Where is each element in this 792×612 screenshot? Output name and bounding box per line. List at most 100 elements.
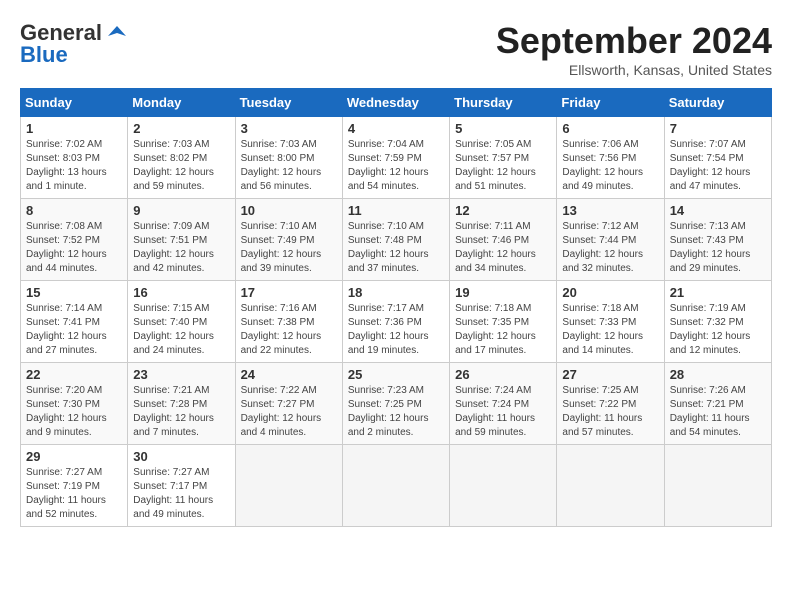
day-number: 13 <box>562 203 658 218</box>
calendar-cell: 3 Sunrise: 7:03 AMSunset: 8:00 PMDaylight… <box>235 117 342 199</box>
calendar-cell: 21Sunrise: 7:19 AMSunset: 7:32 PMDayligh… <box>664 281 771 363</box>
week-row-2: 8 Sunrise: 7:08 AMSunset: 7:52 PMDaylight… <box>21 199 772 281</box>
day-number: 18 <box>348 285 444 300</box>
day-info: Sunrise: 7:14 AMSunset: 7:41 PMDaylight:… <box>26 302 122 358</box>
calendar-cell: 29 Sunrise: 7:27 AMSunset: 7:19 PMDayligh… <box>21 445 128 527</box>
day-number: 3 <box>241 121 337 136</box>
day-number: 23 <box>133 367 229 382</box>
calendar-cell: 18 Sunrise: 7:17 AMSunset: 7:36 PMDayligh… <box>342 281 449 363</box>
day-info: Sunrise: 7:21 AMSunset: 7:28 PMDaylight:… <box>133 384 229 440</box>
logo: General Blue <box>20 20 128 68</box>
calendar-cell: 15 Sunrise: 7:14 AMSunset: 7:41 PMDayligh… <box>21 281 128 363</box>
day-number: 25 <box>348 367 444 382</box>
day-info: Sunrise: 7:09 AMSunset: 7:51 PMDaylight:… <box>133 220 229 276</box>
logo-bird-icon <box>106 22 128 44</box>
day-number: 8 <box>26 203 122 218</box>
calendar-cell: 20 Sunrise: 7:18 AMSunset: 7:33 PMDayligh… <box>557 281 664 363</box>
calendar-cell <box>342 445 449 527</box>
day-info: Sunrise: 7:03 AMSunset: 8:00 PMDaylight:… <box>241 138 337 194</box>
day-number: 9 <box>133 203 229 218</box>
week-row-4: 22Sunrise: 7:20 AMSunset: 7:30 PMDayligh… <box>21 363 772 445</box>
calendar-cell: 12 Sunrise: 7:11 AMSunset: 7:46 PMDayligh… <box>450 199 557 281</box>
title-area: September 2024 Ellsworth, Kansas, United… <box>496 20 772 78</box>
calendar-cell: 30 Sunrise: 7:27 AMSunset: 7:17 PMDayligh… <box>128 445 235 527</box>
logo-blue: Blue <box>20 42 68 68</box>
calendar-cell: 22Sunrise: 7:20 AMSunset: 7:30 PMDayligh… <box>21 363 128 445</box>
day-info: Sunrise: 7:26 AMSunset: 7:21 PMDaylight:… <box>670 384 766 440</box>
day-info: Sunrise: 7:18 AMSunset: 7:33 PMDaylight:… <box>562 302 658 358</box>
calendar-table: SundayMondayTuesdayWednesdayThursdayFrid… <box>20 88 772 527</box>
calendar-cell: 9 Sunrise: 7:09 AMSunset: 7:51 PMDaylight… <box>128 199 235 281</box>
calendar-cell: 10Sunrise: 7:10 AMSunset: 7:49 PMDayligh… <box>235 199 342 281</box>
weekday-header-monday: Monday <box>128 89 235 117</box>
day-number: 30 <box>133 449 229 464</box>
day-info: Sunrise: 7:03 AMSunset: 8:02 PMDaylight:… <box>133 138 229 194</box>
calendar-cell: 26 Sunrise: 7:24 AMSunset: 7:24 PMDayligh… <box>450 363 557 445</box>
day-number: 6 <box>562 121 658 136</box>
day-info: Sunrise: 7:11 AMSunset: 7:46 PMDaylight:… <box>455 220 551 276</box>
day-info: Sunrise: 7:17 AMSunset: 7:36 PMDaylight:… <box>348 302 444 358</box>
calendar-cell: 24 Sunrise: 7:22 AMSunset: 7:27 PMDayligh… <box>235 363 342 445</box>
weekday-header-wednesday: Wednesday <box>342 89 449 117</box>
week-row-1: 1 Sunrise: 7:02 AMSunset: 8:03 PMDaylight… <box>21 117 772 199</box>
day-info: Sunrise: 7:02 AMSunset: 8:03 PMDaylight:… <box>26 138 122 194</box>
day-info: Sunrise: 7:18 AMSunset: 7:35 PMDaylight:… <box>455 302 551 358</box>
day-number: 27 <box>562 367 658 382</box>
calendar-cell: 13Sunrise: 7:12 AMSunset: 7:44 PMDayligh… <box>557 199 664 281</box>
calendar-cell: 28Sunrise: 7:26 AMSunset: 7:21 PMDayligh… <box>664 363 771 445</box>
header: General Blue September 2024 Ellsworth, K… <box>20 20 772 78</box>
day-info: Sunrise: 7:27 AMSunset: 7:19 PMDaylight:… <box>26 466 122 522</box>
calendar-cell: 1 Sunrise: 7:02 AMSunset: 8:03 PMDaylight… <box>21 117 128 199</box>
location: Ellsworth, Kansas, United States <box>496 62 772 78</box>
calendar-cell <box>450 445 557 527</box>
day-number: 29 <box>26 449 122 464</box>
day-info: Sunrise: 7:04 AMSunset: 7:59 PMDaylight:… <box>348 138 444 194</box>
weekday-header-sunday: Sunday <box>21 89 128 117</box>
day-info: Sunrise: 7:27 AMSunset: 7:17 PMDaylight:… <box>133 466 229 522</box>
week-row-5: 29 Sunrise: 7:27 AMSunset: 7:19 PMDayligh… <box>21 445 772 527</box>
day-number: 1 <box>26 121 122 136</box>
calendar-cell: 16 Sunrise: 7:15 AMSunset: 7:40 PMDayligh… <box>128 281 235 363</box>
calendar-cell: 8 Sunrise: 7:08 AMSunset: 7:52 PMDaylight… <box>21 199 128 281</box>
day-number: 5 <box>455 121 551 136</box>
day-number: 11 <box>348 203 444 218</box>
day-number: 17 <box>241 285 337 300</box>
calendar-cell: 11 Sunrise: 7:10 AMSunset: 7:48 PMDayligh… <box>342 199 449 281</box>
day-number: 12 <box>455 203 551 218</box>
calendar-cell: 27Sunrise: 7:25 AMSunset: 7:22 PMDayligh… <box>557 363 664 445</box>
day-info: Sunrise: 7:10 AMSunset: 7:48 PMDaylight:… <box>348 220 444 276</box>
day-number: 19 <box>455 285 551 300</box>
calendar-cell: 2Sunrise: 7:03 AMSunset: 8:02 PMDaylight… <box>128 117 235 199</box>
day-info: Sunrise: 7:22 AMSunset: 7:27 PMDaylight:… <box>241 384 337 440</box>
weekday-header-tuesday: Tuesday <box>235 89 342 117</box>
day-number: 14 <box>670 203 766 218</box>
weekday-header-row: SundayMondayTuesdayWednesdayThursdayFrid… <box>21 89 772 117</box>
calendar-cell: 14 Sunrise: 7:13 AMSunset: 7:43 PMDayligh… <box>664 199 771 281</box>
calendar-cell <box>557 445 664 527</box>
calendar-cell: 5 Sunrise: 7:05 AMSunset: 7:57 PMDaylight… <box>450 117 557 199</box>
weekday-header-saturday: Saturday <box>664 89 771 117</box>
day-number: 4 <box>348 121 444 136</box>
calendar-cell: 25 Sunrise: 7:23 AMSunset: 7:25 PMDayligh… <box>342 363 449 445</box>
day-number: 16 <box>133 285 229 300</box>
week-row-3: 15 Sunrise: 7:14 AMSunset: 7:41 PMDayligh… <box>21 281 772 363</box>
day-info: Sunrise: 7:24 AMSunset: 7:24 PMDaylight:… <box>455 384 551 440</box>
day-number: 24 <box>241 367 337 382</box>
weekday-header-friday: Friday <box>557 89 664 117</box>
day-info: Sunrise: 7:08 AMSunset: 7:52 PMDaylight:… <box>26 220 122 276</box>
calendar-cell: 4 Sunrise: 7:04 AMSunset: 7:59 PMDaylight… <box>342 117 449 199</box>
day-info: Sunrise: 7:06 AMSunset: 7:56 PMDaylight:… <box>562 138 658 194</box>
day-number: 7 <box>670 121 766 136</box>
day-info: Sunrise: 7:20 AMSunset: 7:30 PMDaylight:… <box>26 384 122 440</box>
day-info: Sunrise: 7:05 AMSunset: 7:57 PMDaylight:… <box>455 138 551 194</box>
calendar-cell: 6 Sunrise: 7:06 AMSunset: 7:56 PMDaylight… <box>557 117 664 199</box>
day-number: 20 <box>562 285 658 300</box>
day-info: Sunrise: 7:23 AMSunset: 7:25 PMDaylight:… <box>348 384 444 440</box>
calendar-cell <box>235 445 342 527</box>
calendar-cell: 7Sunrise: 7:07 AMSunset: 7:54 PMDaylight… <box>664 117 771 199</box>
day-info: Sunrise: 7:15 AMSunset: 7:40 PMDaylight:… <box>133 302 229 358</box>
day-number: 26 <box>455 367 551 382</box>
day-info: Sunrise: 7:13 AMSunset: 7:43 PMDaylight:… <box>670 220 766 276</box>
calendar-cell: 17Sunrise: 7:16 AMSunset: 7:38 PMDayligh… <box>235 281 342 363</box>
day-number: 15 <box>26 285 122 300</box>
